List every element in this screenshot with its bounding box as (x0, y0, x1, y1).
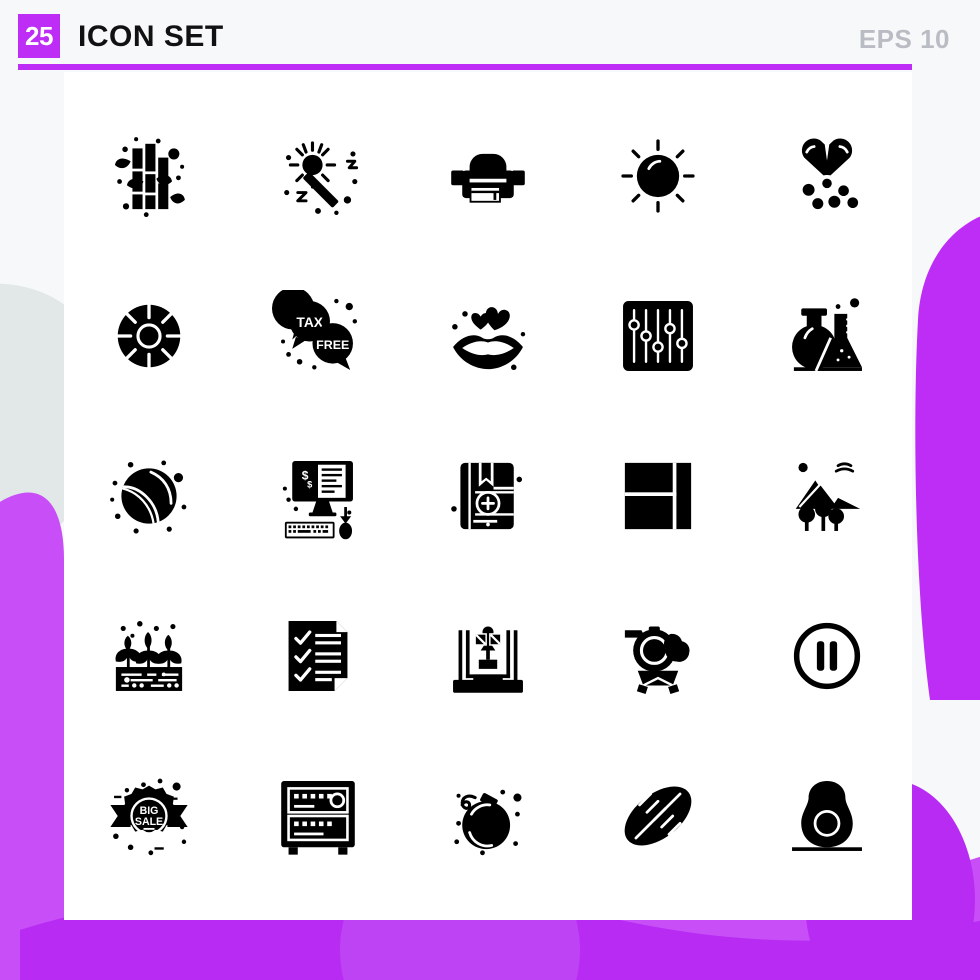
icon-cell-mountain-trees[interactable] (742, 416, 912, 576)
icon-cell-tax-free[interactable]: TAX FREE (234, 256, 404, 416)
icon-cell-rugby-ball[interactable] (573, 736, 743, 896)
lifebuoy-icon (115, 303, 182, 369)
mountain-landscape-icon (795, 462, 861, 531)
rugby-ball-icon (624, 786, 691, 846)
icon-cell-lifebuoy[interactable] (64, 256, 234, 416)
capsule-pill-icon (802, 138, 859, 210)
icon-cell-coconut-ball[interactable] (64, 416, 234, 576)
magic-wand-icon (284, 141, 359, 216)
sun-icon (620, 139, 695, 213)
header: 25 ICON SET EPS 10 (0, 0, 980, 72)
icon-cell-printer[interactable] (403, 96, 573, 256)
icon-count-badge: 25 (18, 14, 60, 58)
kiss-lips-icon (452, 307, 526, 371)
safe-box-icon (281, 781, 356, 855)
icon-cell-safe-box[interactable] (234, 736, 404, 896)
icon-cell-equalizer[interactable] (573, 256, 743, 416)
medical-book-icon (451, 462, 523, 530)
icon-cell-layout-grid[interactable] (573, 416, 743, 576)
icon-cell-bamboo[interactable] (64, 96, 234, 256)
lab-flasks-icon (792, 298, 863, 372)
icon-cell-bomb[interactable] (403, 736, 573, 896)
bamboo-icon (114, 137, 185, 218)
layout-grid-icon (624, 462, 691, 530)
icon-cell-plant-soil[interactable] (64, 576, 234, 736)
free-bubble-text: FREE (317, 338, 350, 352)
icon-cell-lab-flasks[interactable] (742, 256, 912, 416)
coconut-icon (109, 460, 187, 534)
icon-cell-kiss-lips[interactable] (403, 256, 573, 416)
badge-line-2-text: SALE (135, 816, 163, 828)
icon-cell-computer-invoice[interactable]: $ $ (234, 416, 404, 576)
avocado-icon (792, 781, 863, 851)
icon-cell-capsule-pill[interactable] (742, 96, 912, 256)
pause-button-icon (794, 622, 861, 690)
steam-train-icon (624, 626, 690, 695)
big-sale-badge-icon: BIG SALE (110, 778, 188, 856)
checklist-document-icon (288, 621, 348, 691)
currency-symbol-small: $ (308, 480, 313, 490)
plants-in-soil-icon (115, 621, 182, 691)
page-title: ICON SET (78, 20, 224, 53)
icon-grid: TAX FREE $ $ BIG SALE (64, 96, 912, 896)
tax-free-chat-icon: TAX FREE (272, 290, 358, 371)
bomb-icon (454, 789, 522, 856)
icon-cell-sun[interactable] (573, 96, 743, 256)
icon-cell-medical-book[interactable] (403, 416, 573, 576)
icon-cell-magic-wand[interactable] (234, 96, 404, 256)
icon-cell-big-sale-badge[interactable]: BIG SALE (64, 736, 234, 896)
purple-blob-right (915, 216, 980, 700)
computer-invoice-icon: $ $ (283, 461, 354, 540)
icon-cell-checklist[interactable] (234, 576, 404, 736)
equalizer-settings-icon (622, 301, 693, 371)
icon-cell-steam-train[interactable] (573, 576, 743, 736)
eps-version-label: EPS 10 (858, 24, 950, 54)
icon-cell-avocado[interactable] (742, 736, 912, 896)
laboratory-stand-icon (453, 626, 523, 693)
header-divider (18, 64, 912, 70)
tax-bubble-text: TAX (297, 315, 324, 330)
icon-cell-pause-button[interactable] (742, 576, 912, 736)
printer-icon (451, 153, 525, 203)
icon-cell-lab-apparatus[interactable] (403, 576, 573, 736)
